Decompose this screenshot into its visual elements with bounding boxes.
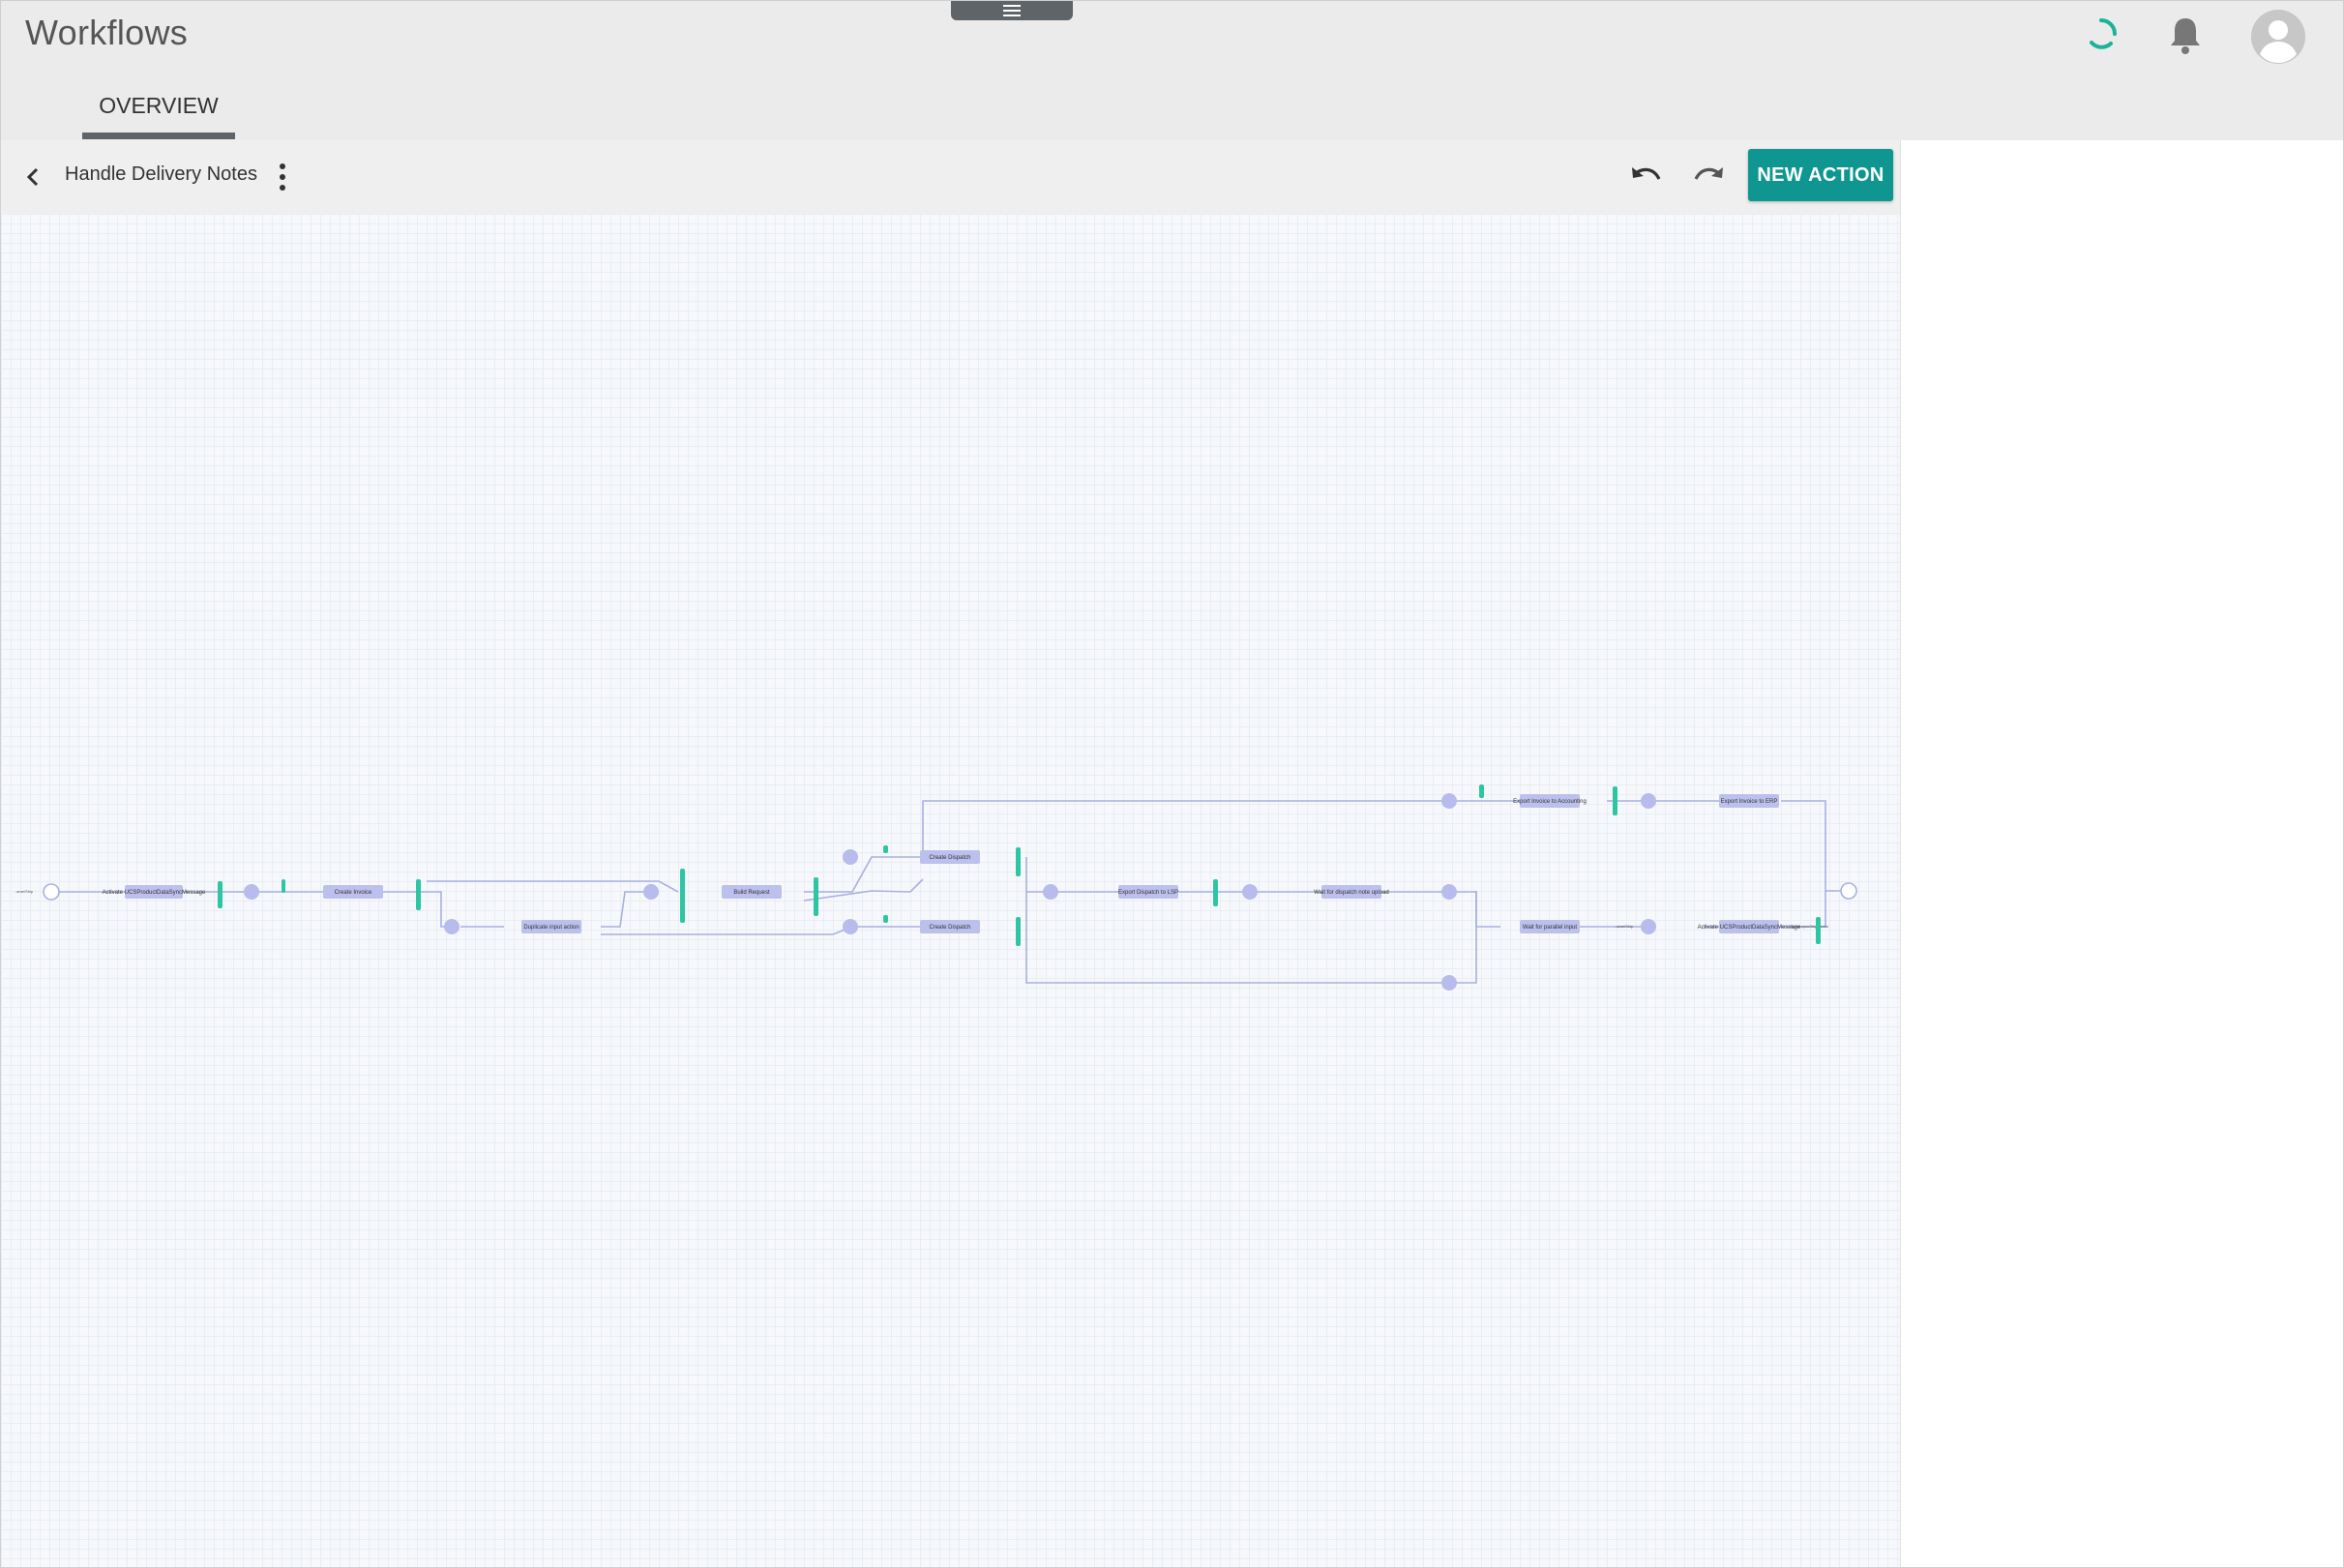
node-n11-label: Export Invoice to Accounting <box>1513 799 1587 805</box>
workflow-canvas[interactable]: ..ame/Ship Activate UCSProductDataSyncMe… <box>1 214 1900 1567</box>
node-n3-label: Duplicate input action <box>523 925 579 931</box>
node-n10-label: Activate UCSProductDataSyncMessage <box>1698 925 1801 931</box>
workflow-toolbar: Handle Delivery Notes NEW ACTION <box>1 140 1900 214</box>
redo-icon[interactable] <box>1690 162 1727 192</box>
page-title: Workflows <box>25 13 189 52</box>
bell-icon[interactable] <box>2166 15 2205 57</box>
active-tab-indicator <box>82 133 235 139</box>
node-n7-label: Export Dispatch to LSP <box>1118 890 1178 896</box>
node-n5-label: Create Dispatch <box>929 855 970 861</box>
mid-label: ..ame/Ship <box>1615 924 1634 929</box>
workflow-joints <box>244 793 1656 991</box>
app-window: Workflows OVERVIEW Handle Delivery Notes <box>0 0 2344 1568</box>
node-n12-label: Export Invoice to ERP <box>1721 799 1778 805</box>
side-panel <box>1900 140 2343 1567</box>
chevron-left-icon[interactable] <box>18 162 47 192</box>
node-n9-label: Wait for parallel input <box>1523 925 1577 931</box>
workflow-diagram[interactable]: ..ame/Ship Activate UCSProductDataSyncMe… <box>1 214 1900 1567</box>
more-vert-icon[interactable] <box>272 160 293 194</box>
node-n4-label: Build Request <box>733 890 770 896</box>
node-n1-label: Activate UCSProductDataSyncMessage <box>103 890 206 896</box>
end-label: ...Types.syncShipments/ <box>1787 924 1829 929</box>
workflow-nodes: Activate UCSProductDataSyncMessage Creat… <box>103 794 1801 933</box>
loading-spinner-icon <box>2090 18 2117 49</box>
undo-icon[interactable] <box>1628 162 1665 192</box>
start-node[interactable] <box>43 883 60 901</box>
node-n8-label: Wait for dispatch note upload <box>1314 890 1389 896</box>
avatar[interactable] <box>2251 10 2305 64</box>
workflow-name: Handle Delivery Notes <box>65 163 257 185</box>
workflow-edges <box>51 800 1849 984</box>
account-circle-icon <box>2251 10 2305 64</box>
menu-icon[interactable] <box>951 1 1073 20</box>
workflow-ports <box>218 784 1821 946</box>
start-label: ..ame/Ship <box>15 889 34 894</box>
end-node[interactable] <box>1840 882 1857 900</box>
node-n2-label: Create Invoice <box>335 890 372 896</box>
node-n6-label: Create Dispatch <box>929 925 970 931</box>
new-action-button[interactable]: NEW ACTION <box>1748 149 1893 201</box>
